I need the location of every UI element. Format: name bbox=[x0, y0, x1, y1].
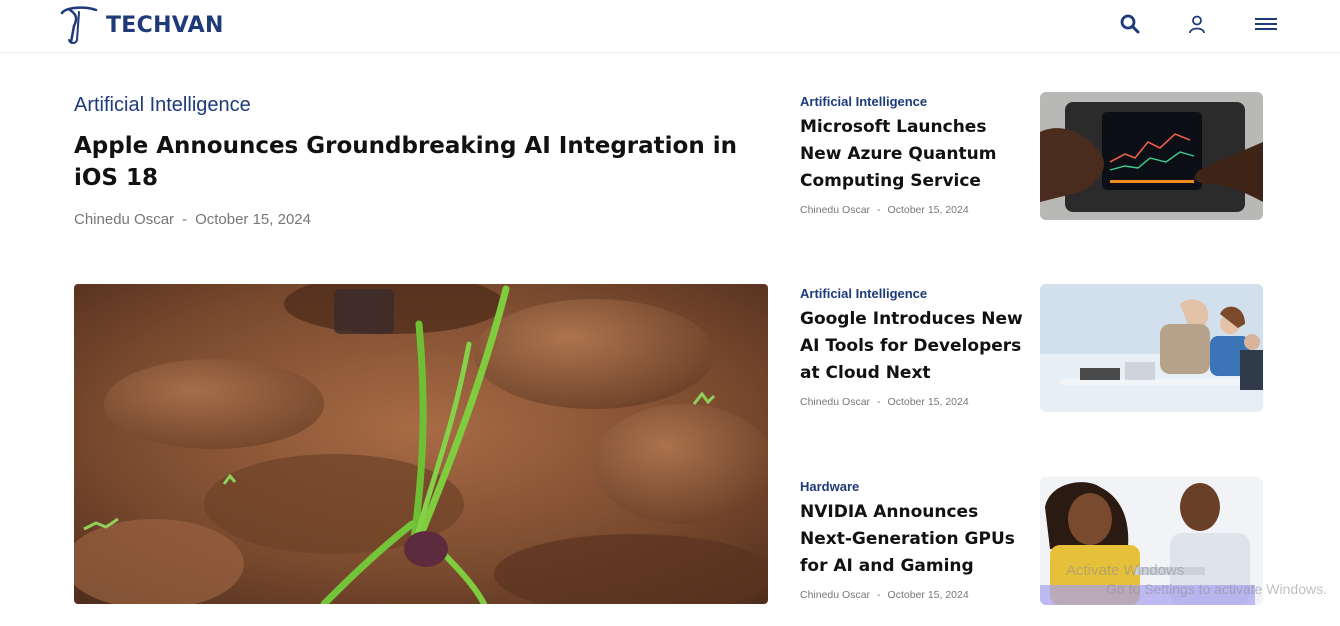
featured-article-title[interactable]: Apple Announces Groundbreaking AI Integr… bbox=[74, 130, 754, 194]
publish-date: October 15, 2024 bbox=[887, 396, 969, 408]
side-article-card: Artificial Intelligence Microsoft Launch… bbox=[800, 92, 1263, 224]
watermark-line-1: Activate Windows bbox=[1066, 562, 1185, 579]
user-icon[interactable] bbox=[1185, 12, 1209, 36]
side-article-category-link[interactable]: Artificial Intelligence bbox=[800, 286, 927, 301]
meta-separator: - bbox=[877, 204, 881, 216]
publish-date: October 15, 2024 bbox=[887, 589, 969, 601]
watermark-line-2: Go to Settings to activate Windows. bbox=[1106, 581, 1327, 597]
meta-separator: - bbox=[877, 589, 881, 601]
side-article-meta: Chinedu Oscar - October 15, 2024 bbox=[800, 589, 969, 601]
site-logo[interactable]: TECHVAN bbox=[56, 4, 224, 46]
meta-separator: - bbox=[877, 396, 881, 408]
featured-category-link[interactable]: Artificial Intelligence bbox=[74, 94, 251, 117]
side-article-title[interactable]: Google Introduces New AI Tools for Devel… bbox=[800, 306, 1030, 387]
side-article-thumbnail[interactable] bbox=[1040, 92, 1263, 220]
featured-article-image[interactable] bbox=[74, 284, 768, 604]
side-article-meta: Chinedu Oscar - October 15, 2024 bbox=[800, 204, 969, 216]
side-article-title[interactable]: Microsoft Launches New Azure Quantum Com… bbox=[800, 114, 1030, 195]
side-article-meta: Chinedu Oscar - October 15, 2024 bbox=[800, 396, 969, 408]
brand-name: TECHVAN bbox=[106, 12, 224, 38]
publish-date: October 15, 2024 bbox=[887, 204, 969, 216]
author-name[interactable]: Chinedu Oscar bbox=[74, 211, 174, 228]
side-article-category-link[interactable]: Artificial Intelligence bbox=[800, 94, 927, 109]
author-name[interactable]: Chinedu Oscar bbox=[800, 396, 870, 408]
publish-date: October 15, 2024 bbox=[195, 211, 311, 228]
search-icon[interactable] bbox=[1118, 12, 1142, 36]
side-article-title[interactable]: NVIDIA Announces Next-Generation GPUs fo… bbox=[800, 499, 1030, 580]
side-article-category-link[interactable]: Hardware bbox=[800, 479, 859, 494]
side-article-card: Artificial Intelligence Google Introduce… bbox=[800, 284, 1263, 416]
side-article-thumbnail[interactable] bbox=[1040, 284, 1263, 412]
author-name[interactable]: Chinedu Oscar bbox=[800, 589, 870, 601]
author-name[interactable]: Chinedu Oscar bbox=[800, 204, 870, 216]
site-header: TECHVAN bbox=[0, 0, 1340, 53]
featured-article-meta: Chinedu Oscar - October 15, 2024 bbox=[74, 211, 311, 228]
os-activation-watermark: Activate Windows Go to Settings to activ… bbox=[1066, 562, 1327, 598]
meta-separator: - bbox=[182, 211, 188, 228]
menu-icon[interactable] bbox=[1254, 12, 1278, 36]
logo-mark-icon bbox=[60, 6, 98, 44]
